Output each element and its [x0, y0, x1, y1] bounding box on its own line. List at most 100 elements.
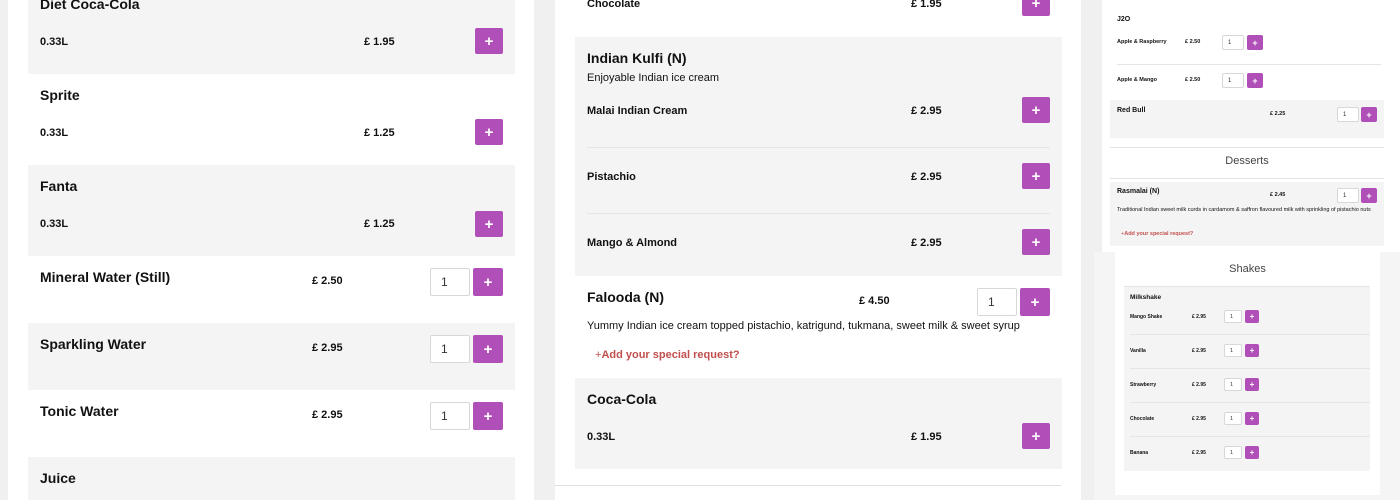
variant-price: £ 2.95 [1192, 382, 1206, 388]
middle-panel: Chocolate £ 1.95 + Indian Kulfi (N) Enjo… [555, 0, 1081, 500]
variant-label: Apple & Mango [1117, 77, 1158, 83]
item-title: Indian Kulfi (N) [587, 50, 687, 66]
quantity-input[interactable]: 1 [1222, 73, 1244, 88]
add-button[interactable]: + [1022, 423, 1050, 449]
add-button[interactable]: + [473, 335, 503, 363]
plus-icon: + [1249, 380, 1255, 389]
plus-icon: + [484, 123, 494, 141]
left-panel: Diet Coca-Cola 0.33L £ 1.95 + Sprite 0.3… [8, 0, 534, 500]
quantity-input[interactable]: 1 [1337, 188, 1359, 203]
quantity-input[interactable]: 1 [1224, 446, 1242, 459]
add-button[interactable]: + [473, 268, 503, 296]
item-description: Yummy Indian ice cream topped pistachio,… [587, 320, 1020, 332]
quantity-input[interactable]: 1 [1224, 378, 1242, 391]
variant-price: £ 2.95 [1192, 416, 1206, 422]
menu-item-red-bull: Red Bull £ 2.25 1 + [1110, 100, 1384, 138]
item-title: Diet Coca-Cola [40, 0, 140, 12]
item-title: Fanta [40, 178, 78, 194]
add-button[interactable]: + [1245, 378, 1259, 391]
variant-label: Chocolate [587, 0, 641, 10]
menu-item-sprite: Sprite 0.33L £ 1.25 + [28, 74, 515, 165]
add-button[interactable]: + [1022, 0, 1050, 16]
variant-price: £ 2.95 [911, 105, 942, 117]
add-button[interactable]: + [1247, 35, 1263, 50]
menu-item-sparkling-water: Sparkling Water £ 2.95 1 + [28, 323, 515, 390]
plus-icon: + [1031, 167, 1041, 185]
plus-icon: + [1249, 448, 1255, 457]
menu-item-j2o: J2O Apple & Raspberry £ 2.50 1 + Apple &… [1110, 10, 1384, 100]
quantity-input[interactable]: 1 [1224, 310, 1242, 323]
plus-icon: + [484, 32, 494, 50]
add-button[interactable]: + [473, 402, 503, 430]
add-button[interactable]: + [1020, 288, 1050, 316]
quantity-input[interactable]: 1 [1337, 107, 1359, 122]
plus-icon: + [483, 340, 493, 358]
quantity-input[interactable]: 1 [430, 402, 470, 430]
variant-price: £ 2.95 [911, 237, 942, 249]
add-button[interactable]: + [1245, 310, 1259, 323]
variant-price: £ 2.95 [1192, 450, 1206, 456]
item-price: £ 1.25 [364, 127, 395, 139]
quantity-input[interactable]: 1 [1224, 344, 1242, 357]
variant-label: Banana [1130, 450, 1149, 456]
variant-price: £ 2.95 [911, 171, 942, 183]
section-heading-desserts: Desserts [1225, 155, 1269, 167]
item-title: Tonic Water [40, 403, 119, 419]
item-price: £ 1.95 [911, 431, 942, 443]
right-panel-top: J2O Apple & Raspberry £ 2.50 1 + Apple &… [1102, 0, 1400, 252]
item-title: Mineral Water (Still) [40, 269, 171, 285]
divider [1130, 436, 1370, 437]
divider [555, 485, 1061, 486]
add-button[interactable]: + [1245, 344, 1259, 357]
add-button[interactable]: + [1022, 163, 1050, 189]
plus-icon: + [484, 215, 494, 233]
plus-icon: + [483, 273, 493, 291]
add-button[interactable]: + [475, 211, 503, 237]
menu-variant-chocolate: Chocolate £ 1.95 + [575, 0, 1062, 37]
variant-price: £ 2.50 [1185, 77, 1201, 83]
divider [1130, 402, 1370, 403]
add-button[interactable]: + [1361, 107, 1377, 122]
variant-label: Vanilla [1130, 348, 1146, 354]
item-price: £ 1.95 [364, 36, 395, 48]
plus-icon: + [1249, 346, 1255, 355]
item-description: Enjoyable Indian ice cream [587, 72, 720, 84]
item-title: Juice [40, 470, 76, 486]
add-button[interactable]: + [1245, 446, 1259, 459]
menu-item-mineral-water: Mineral Water (Still) £ 2.50 1 + [28, 256, 515, 323]
item-size: 0.33L [40, 36, 69, 48]
item-title: Falooda (N) [587, 289, 664, 305]
add-button[interactable]: + [475, 119, 503, 145]
add-button[interactable]: + [475, 28, 503, 54]
add-button[interactable]: + [1022, 229, 1050, 255]
variant-price: £ 1.95 [911, 0, 942, 10]
plus-icon: + [1252, 37, 1258, 48]
divider [1117, 64, 1381, 65]
divider [587, 147, 1050, 148]
variant-label: Chocolate [1130, 416, 1155, 422]
menu-item-rasmalai: Rasmalai (N) £ 2.45 1 + Traditional Indi… [1110, 182, 1384, 246]
special-request-link[interactable]: +Add your special request? [595, 349, 740, 361]
menu-item-tonic-water: Tonic Water £ 2.95 1 + [28, 390, 515, 457]
variant-label: Mango Shake [1130, 314, 1163, 320]
plus-icon: + [1031, 233, 1041, 251]
quantity-input[interactable]: 1 [977, 288, 1017, 316]
quantity-input[interactable]: 1 [430, 268, 470, 296]
add-button[interactable]: + [1022, 97, 1050, 123]
item-price: £ 2.95 [312, 342, 343, 354]
quantity-input[interactable]: 1 [430, 335, 470, 363]
quantity-input[interactable]: 1 [1222, 35, 1244, 50]
variant-label: Strawberry [1130, 382, 1157, 388]
item-title: Sparkling Water [40, 336, 147, 352]
add-button[interactable]: + [1245, 412, 1259, 425]
menu-item-juice: Juice [28, 457, 515, 500]
add-button[interactable]: + [1247, 73, 1263, 88]
variant-price: £ 2.95 [1192, 348, 1206, 354]
menu-item-coca-cola: Coca-Cola 0.33L £ 1.95 + [575, 378, 1062, 469]
special-request-label: Add your special request? [1124, 231, 1194, 237]
variant-price: £ 2.95 [1192, 314, 1206, 320]
plus-icon: + [1031, 0, 1041, 12]
add-button[interactable]: + [1361, 188, 1377, 203]
quantity-input[interactable]: 1 [1224, 412, 1242, 425]
special-request-link[interactable]: +Add your special request? [1121, 231, 1193, 237]
